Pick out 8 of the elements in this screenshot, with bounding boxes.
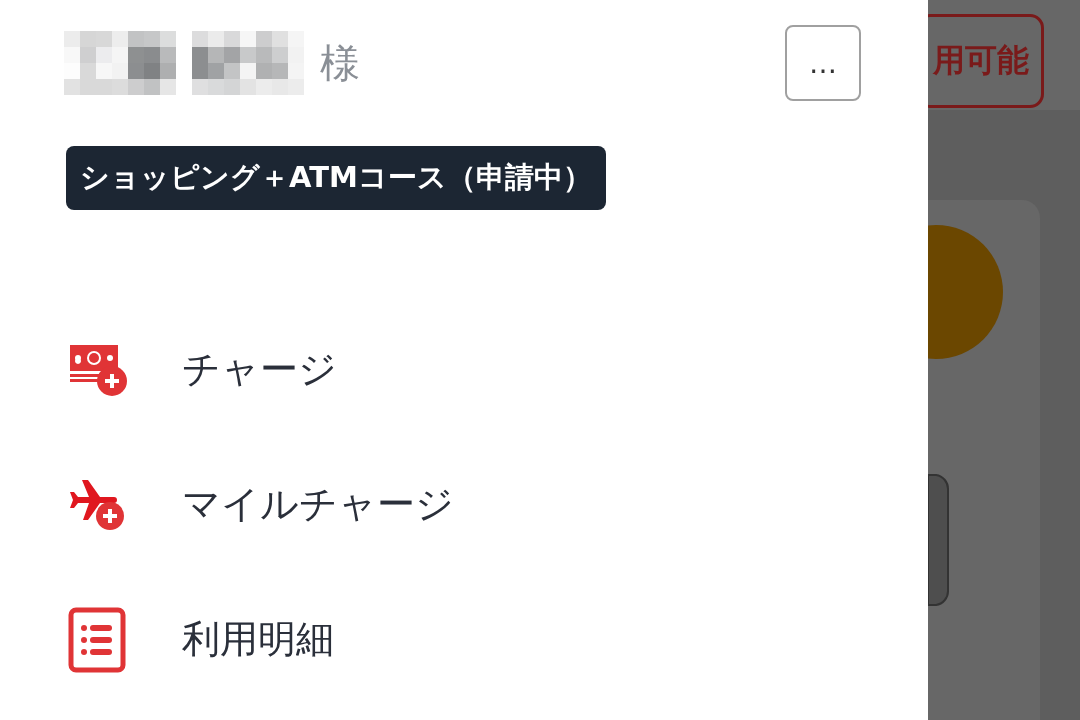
menu-item[interactable]: チャージ <box>64 335 928 404</box>
banknote-plus-icon <box>68 342 130 397</box>
course-badge: ショッピング＋ATMコース（申請中） <box>66 146 606 210</box>
menu-item[interactable]: 利用明細 <box>64 605 928 674</box>
more-button[interactable]: … <box>785 25 861 101</box>
menu-item[interactable]: マイルチャージ <box>64 470 928 539</box>
list-document-icon <box>68 606 126 673</box>
honorific-text: 様 <box>320 38 360 88</box>
